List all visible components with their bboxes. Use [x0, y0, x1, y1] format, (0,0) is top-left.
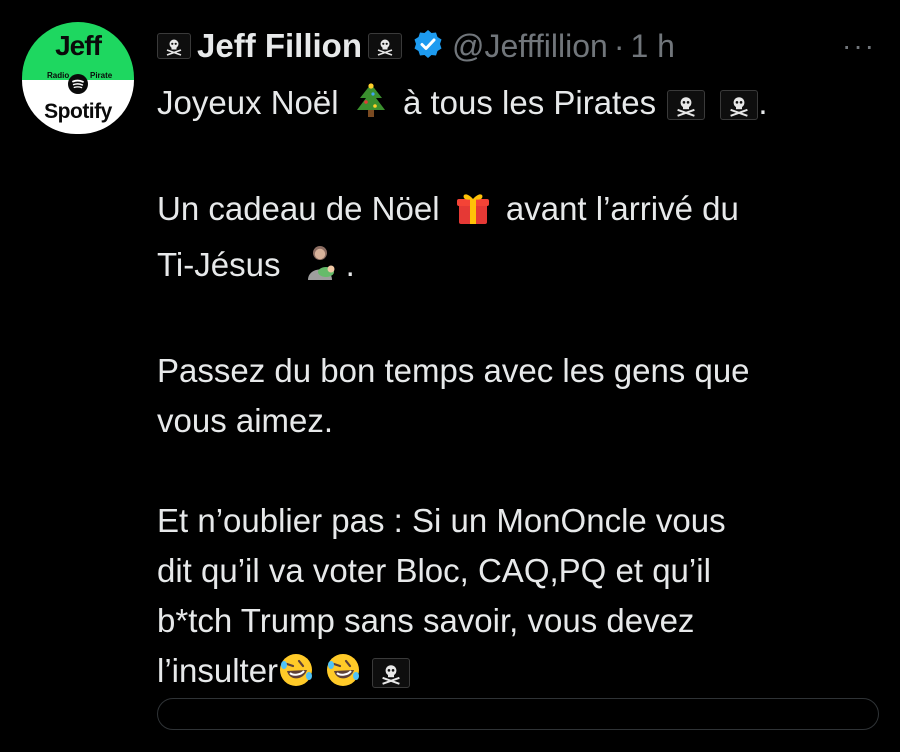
tweet-text: Joyeux Noël à tous les Pirates . Un cade…	[157, 78, 857, 752]
paragraph-4: Et n’oublier pas : Si un MonOncle vous d…	[157, 496, 857, 702]
rolling-laughing-icon	[278, 652, 314, 702]
text-line: Passez du bon temps avec les gens que	[157, 352, 750, 389]
separator-dot: ·	[613, 27, 625, 64]
avatar-sub-right: Pirate	[90, 71, 113, 80]
text-line: dit qu’il va voter Bloc, CAQ,PQ et qu’il	[157, 552, 711, 589]
verified-badge-icon	[412, 28, 444, 65]
pirate-flag-icon	[720, 90, 759, 121]
text-line: Et n’oublier pas : Si un MonOncle vous	[157, 502, 726, 539]
pirate-flag-icon	[368, 33, 402, 59]
text-segment: avant l’arrivé du	[505, 190, 739, 227]
timestamp[interactable]: 1 h	[630, 28, 674, 65]
text-segment: Un cadeau de Nöel	[157, 190, 440, 227]
handle[interactable]: @Jefffillion	[452, 28, 608, 65]
attached-card[interactable]	[157, 698, 879, 730]
text-segment: Ti-Jésus	[157, 246, 281, 283]
paragraph-1: Joyeux Noël à tous les Pirates .	[157, 78, 857, 134]
christmas-tree-icon	[354, 82, 388, 134]
text-line: Ti-Jésus .	[157, 240, 857, 296]
text-line: Joyeux Noël à tous les Pirates .	[157, 78, 857, 134]
pirate-flag-icon	[667, 90, 706, 121]
pirate-flag-icon	[157, 33, 191, 59]
gift-icon	[455, 190, 491, 240]
woman-feeding-baby-icon	[304, 244, 340, 296]
avatar-brand: Spotify	[44, 100, 112, 123]
text-segment: Joyeux Noël	[157, 84, 339, 121]
display-name[interactable]: Jeff Fillion	[197, 27, 362, 65]
text-line: b*tch Trump sans savoir, vous devez	[157, 602, 695, 639]
text-segment: à tous les Pirates	[402, 84, 657, 121]
text-segment: .	[758, 84, 768, 121]
text-line: l’insulter	[157, 646, 857, 702]
text-line: vous aimez.	[157, 402, 334, 439]
paragraph-2: Un cadeau de Nöel avant l’arrivé du Ti-J…	[157, 184, 857, 296]
avatar-sub-left: Radio	[47, 71, 70, 80]
paragraph-3: Passez du bon temps avec les gens que vo…	[157, 346, 857, 446]
text-segment: l’insulter	[157, 652, 279, 689]
more-options-button[interactable]: ···	[842, 30, 876, 62]
avatar[interactable]: Jeff Radio Pirate Spotify	[22, 22, 134, 134]
text-line: Un cadeau de Nöel avant l’arrivé du	[157, 184, 857, 240]
text-segment: .	[345, 246, 355, 283]
tweet-header: Jeff Fillion @Jefffillion · 1 h	[157, 26, 675, 66]
avatar-name: Jeff	[55, 30, 102, 61]
rolling-laughing-icon	[325, 652, 361, 702]
spotify-icon	[68, 74, 88, 94]
pirate-flag-icon	[372, 658, 411, 689]
